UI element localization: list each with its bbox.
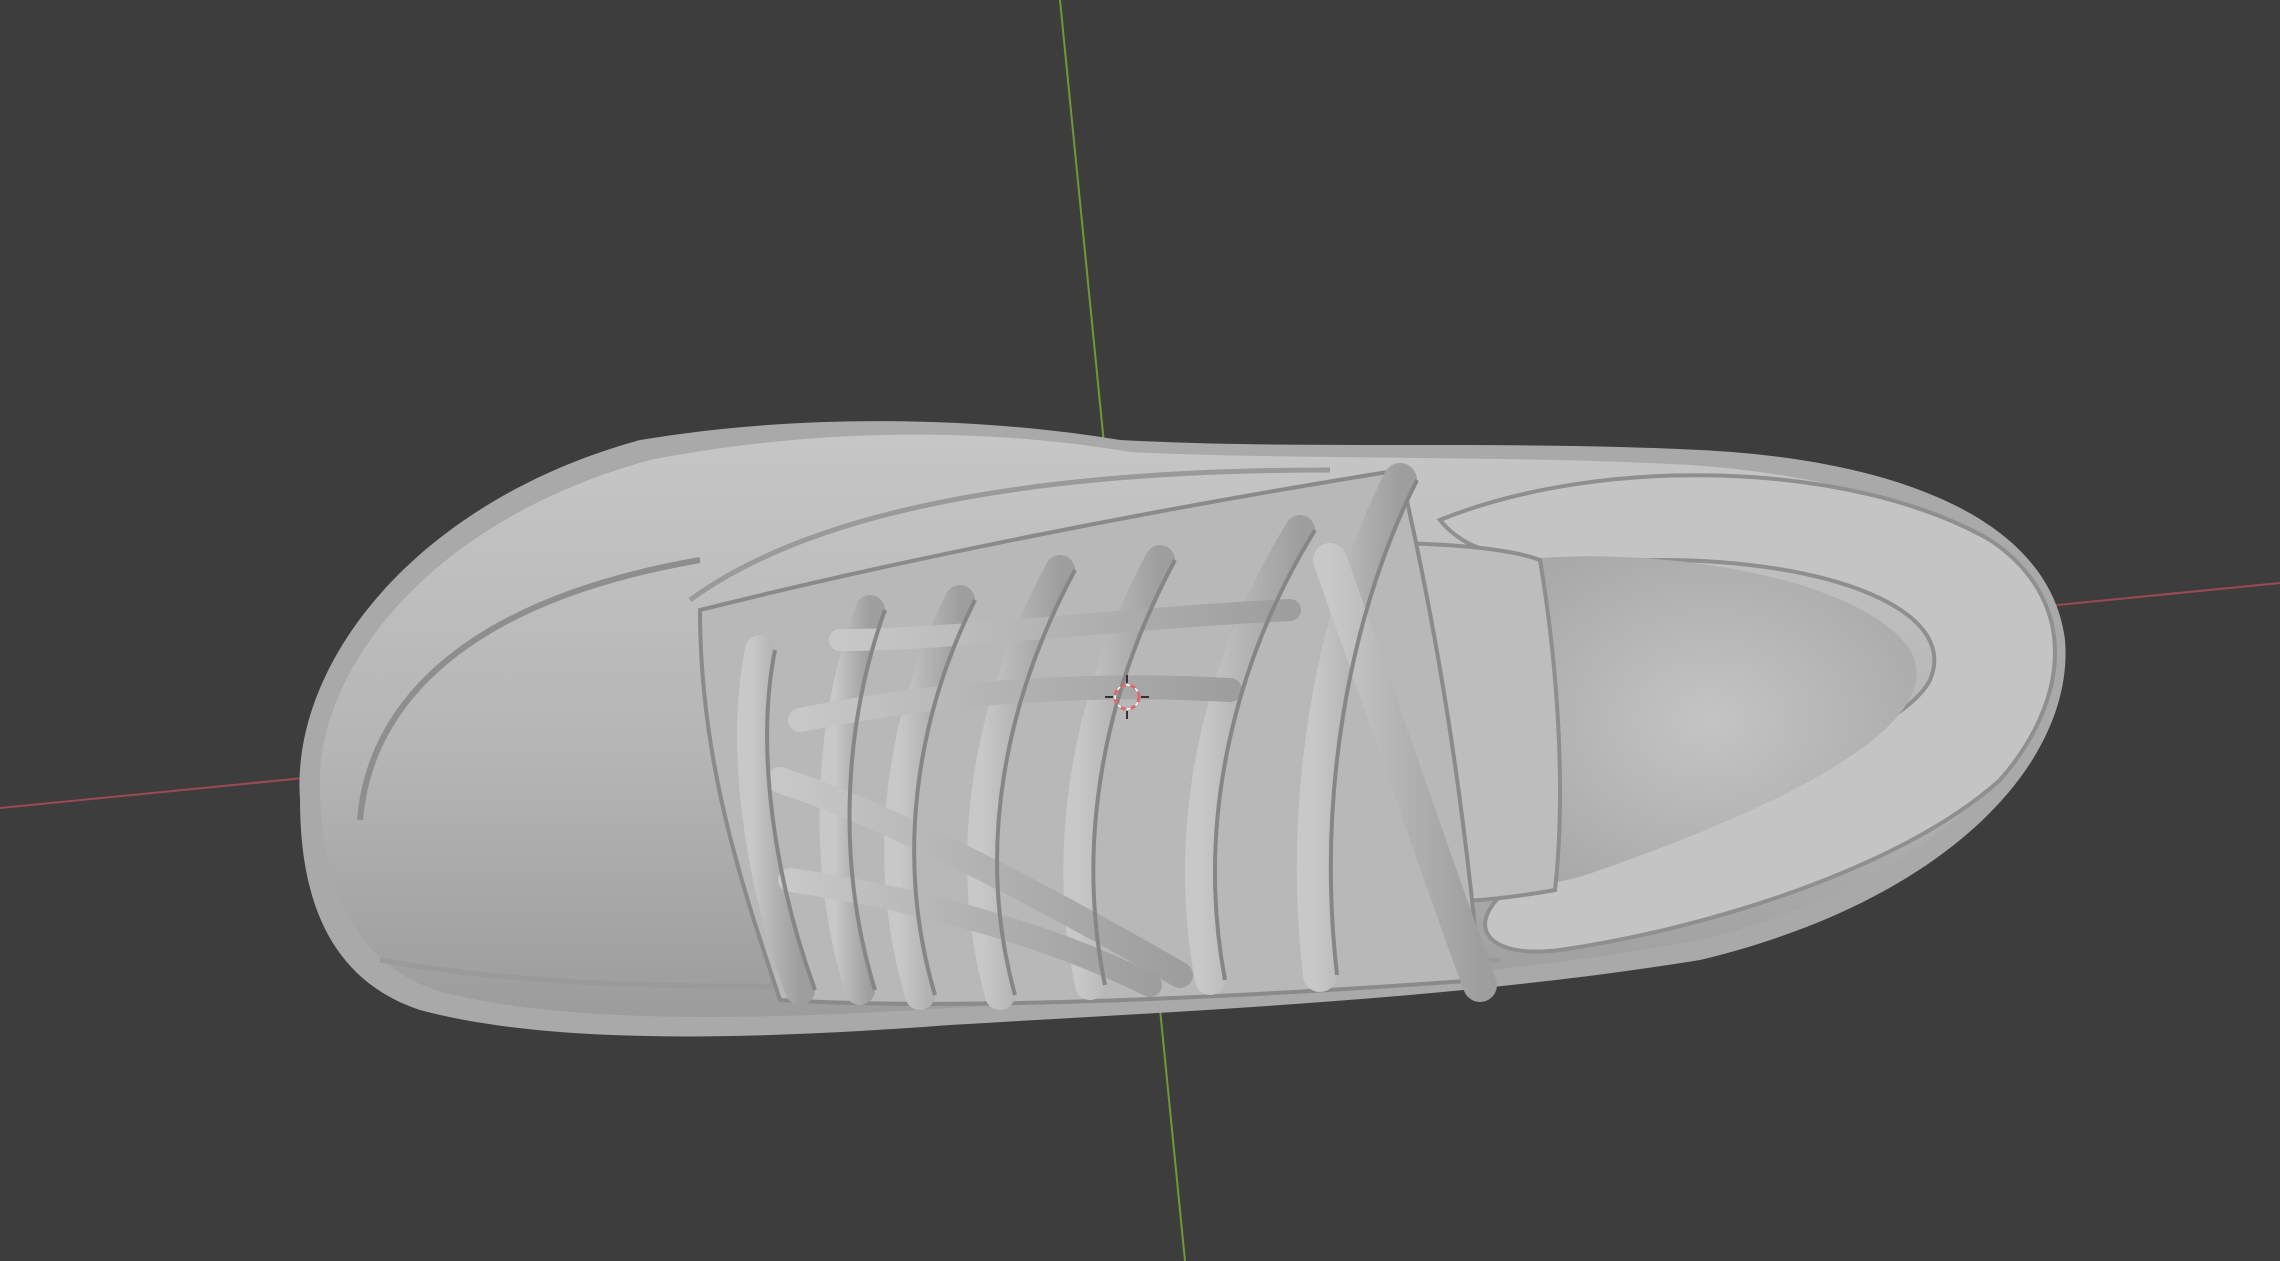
viewport-canvas[interactable]	[0, 0, 2280, 1261]
3d-viewport[interactable]	[0, 0, 2280, 1261]
sneaker-mesh[interactable]	[299, 421, 2066, 1037]
